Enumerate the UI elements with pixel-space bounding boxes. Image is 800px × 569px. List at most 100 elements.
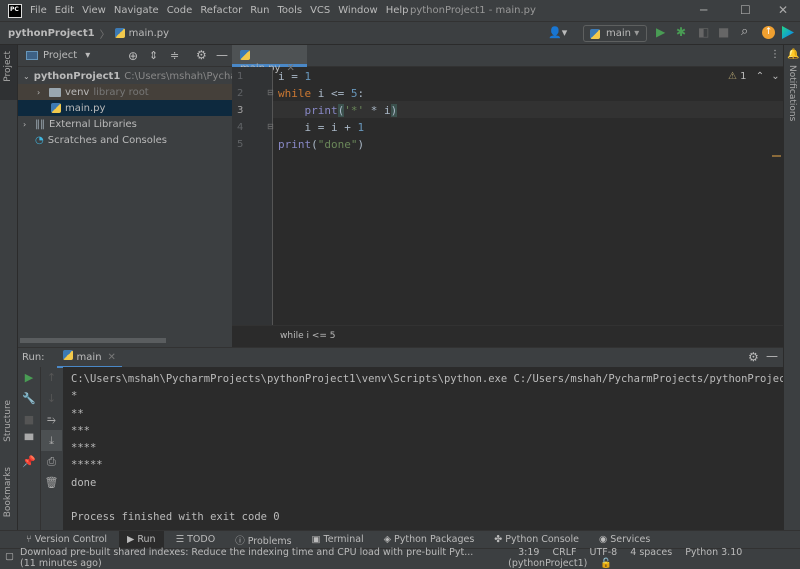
jetbrains-icon[interactable] bbox=[782, 26, 794, 39]
indent-setting[interactable]: 4 spaces bbox=[630, 547, 672, 558]
console-line: **** bbox=[71, 442, 97, 455]
wrench-icon[interactable]: 🔧 bbox=[18, 388, 40, 409]
scroll-to-end-icon[interactable]: ⤓ bbox=[41, 430, 62, 451]
toggle-tool-windows-icon[interactable]: ▢ bbox=[5, 551, 14, 562]
menu-edit[interactable]: Edit bbox=[55, 5, 74, 16]
pin-icon[interactable]: 📌 bbox=[18, 451, 40, 472]
bookmarks-tool-button[interactable]: Bookmarks bbox=[3, 467, 13, 517]
project-panel-header: Project ▾ ⊕ ⇕ ≑ ⚙ — bbox=[18, 45, 232, 67]
tab-problems[interactable]: ⓘ Problems bbox=[235, 533, 291, 547]
menu-run[interactable]: Run bbox=[250, 5, 269, 16]
minimize-button[interactable]: ─ bbox=[700, 3, 707, 17]
menu-help[interactable]: Help bbox=[386, 5, 409, 16]
coverage-icon[interactable]: ◧ bbox=[698, 25, 709, 39]
run-tab-main[interactable]: main ✕ bbox=[56, 347, 122, 368]
tab-services[interactable]: ◉ Services bbox=[599, 534, 650, 545]
project-view-selector[interactable]: Project bbox=[43, 50, 77, 61]
maximize-button[interactable]: ☐ bbox=[740, 3, 751, 17]
tree-label: Scratches and Consoles bbox=[47, 134, 168, 146]
collapse-all-icon[interactable]: ≑ bbox=[170, 49, 179, 62]
soft-wrap-icon[interactable]: ⥱ bbox=[41, 409, 62, 430]
hide-icon[interactable]: — bbox=[216, 48, 228, 62]
breadcrumb-file[interactable]: main.py bbox=[129, 28, 169, 39]
tree-item-venv[interactable]: › venv library root bbox=[18, 84, 232, 100]
code-breadcrumb[interactable]: while i <= 5 bbox=[232, 325, 783, 347]
menu-bar: File Edit View Navigate Code Refactor Run Tools… bbox=[30, 5, 417, 16]
horizontal-scrollbar[interactable] bbox=[20, 338, 166, 343]
project-tool-button[interactable]: Project bbox=[3, 51, 13, 82]
line-number: 1 bbox=[237, 71, 244, 82]
stop-icon[interactable]: ■ bbox=[718, 25, 729, 39]
code-line[interactable]: while i <= 5: bbox=[278, 87, 364, 100]
code-line[interactable]: print("done") bbox=[278, 138, 364, 151]
notifications-tool-button[interactable]: Notifications bbox=[787, 65, 797, 121]
code-line[interactable]: print('*' * i) bbox=[278, 104, 398, 117]
debug-icon[interactable]: ✱ bbox=[676, 25, 686, 39]
close-button[interactable]: ✕ bbox=[778, 3, 788, 17]
python-interpreter[interactable]: Python 3.10 (pythonProject1) bbox=[508, 547, 742, 569]
locate-icon[interactable]: ⊕ bbox=[128, 49, 138, 63]
update-icon[interactable]: ↑ bbox=[762, 26, 775, 39]
menu-navigate[interactable]: Navigate bbox=[114, 5, 159, 16]
tab-todo[interactable]: ☰ TODO bbox=[176, 534, 216, 545]
title-bar: PC File Edit View Navigate Code Refactor Run To… bbox=[0, 0, 800, 22]
arrow-down-icon[interactable]: ↓ bbox=[41, 388, 62, 409]
gear-icon[interactable]: ⚙ bbox=[196, 48, 207, 62]
caret-position[interactable]: 3:19 bbox=[518, 547, 539, 558]
tab-run[interactable]: ▶ Run bbox=[119, 531, 164, 548]
run-config-selector[interactable]: main ▾ bbox=[583, 25, 647, 42]
gear-icon[interactable]: ⚙ bbox=[748, 350, 759, 364]
console-line: done bbox=[71, 476, 97, 489]
window-title: pythonProject1 - main.py bbox=[410, 5, 536, 16]
fold-icon[interactable]: ⊟ bbox=[267, 88, 274, 97]
run-label: Run: bbox=[22, 352, 45, 363]
tab-python-console[interactable]: ✤ Python Console bbox=[494, 534, 579, 545]
search-icon[interactable]: ⌕ bbox=[741, 24, 748, 39]
tab-python-packages[interactable]: ◈ Python Packages bbox=[384, 534, 475, 545]
console-toolbar: ↑ ↓ ⥱ ⤓ ⎙ 🗑 bbox=[40, 367, 62, 531]
breadcrumb-project[interactable]: pythonProject1 bbox=[8, 28, 95, 39]
line-separator[interactable]: CRLF bbox=[553, 547, 577, 558]
layout-icon[interactable]: ▀ bbox=[18, 430, 40, 451]
hide-icon[interactable]: — bbox=[766, 349, 778, 363]
status-message[interactable]: Download pre-built shared indexes: Reduc… bbox=[20, 547, 480, 569]
expand-all-icon[interactable]: ⇕ bbox=[149, 49, 158, 62]
tab-version-control[interactable]: ⑂ Version Control bbox=[26, 534, 107, 545]
structure-tool-button[interactable]: Structure bbox=[3, 400, 13, 442]
print-icon[interactable]: ⎙ bbox=[41, 451, 62, 472]
menu-refactor[interactable]: Refactor bbox=[200, 5, 242, 16]
console-output[interactable]: C:\Users\mshah\PycharmProjects\pythonPro… bbox=[63, 367, 783, 531]
user-icon[interactable]: 👤▾ bbox=[548, 26, 567, 39]
close-tab-icon[interactable]: ✕ bbox=[108, 352, 116, 363]
bell-icon[interactable]: 🔔 bbox=[787, 49, 799, 60]
tree-item-scratches[interactable]: ◔ Scratches and Consoles bbox=[18, 132, 232, 148]
lock-icon[interactable]: 🔓 bbox=[600, 558, 612, 569]
code-line[interactable]: i = i + 1 bbox=[278, 121, 364, 134]
tab-terminal[interactable]: ▣ Terminal bbox=[312, 534, 364, 545]
chevron-down-icon[interactable]: ▾ bbox=[85, 50, 90, 61]
menu-window[interactable]: Window bbox=[338, 5, 377, 16]
rerun-icon[interactable]: ▶ bbox=[18, 367, 40, 388]
file-encoding[interactable]: UTF-8 bbox=[590, 547, 618, 558]
warning-count: 1 bbox=[740, 71, 747, 82]
code-line[interactable]: i = 1 bbox=[278, 70, 311, 83]
menu-code[interactable]: Code bbox=[167, 5, 193, 16]
line-number: 5 bbox=[237, 139, 244, 150]
trash-icon[interactable]: 🗑 bbox=[41, 472, 62, 493]
more-options-icon[interactable]: ⋮ bbox=[770, 49, 780, 60]
warning-marker[interactable] bbox=[772, 155, 781, 157]
run-icon[interactable]: ▶ bbox=[656, 25, 665, 39]
stop-icon[interactable]: ■ bbox=[18, 409, 40, 430]
menu-vcs[interactable]: VCS bbox=[310, 5, 330, 16]
tree-item-external-libraries[interactable]: › ‖‖ External Libraries bbox=[18, 116, 232, 132]
menu-file[interactable]: File bbox=[30, 5, 47, 16]
tree-item-project-root[interactable]: ⌄ pythonProject1 C:\Users\mshah\PycharmP bbox=[18, 68, 256, 84]
tab-main-py[interactable]: main.py✕ bbox=[232, 45, 307, 74]
tree-item-main-py[interactable]: main.py bbox=[18, 100, 232, 116]
inspection-widget[interactable]: ⚠ 1 ⌃ ⌄ bbox=[728, 71, 780, 82]
menu-tools[interactable]: Tools bbox=[277, 5, 302, 16]
fold-icon[interactable]: ⊟ bbox=[267, 122, 274, 131]
menu-view[interactable]: View bbox=[82, 5, 106, 16]
arrow-up-icon[interactable]: ↑ bbox=[41, 367, 62, 388]
